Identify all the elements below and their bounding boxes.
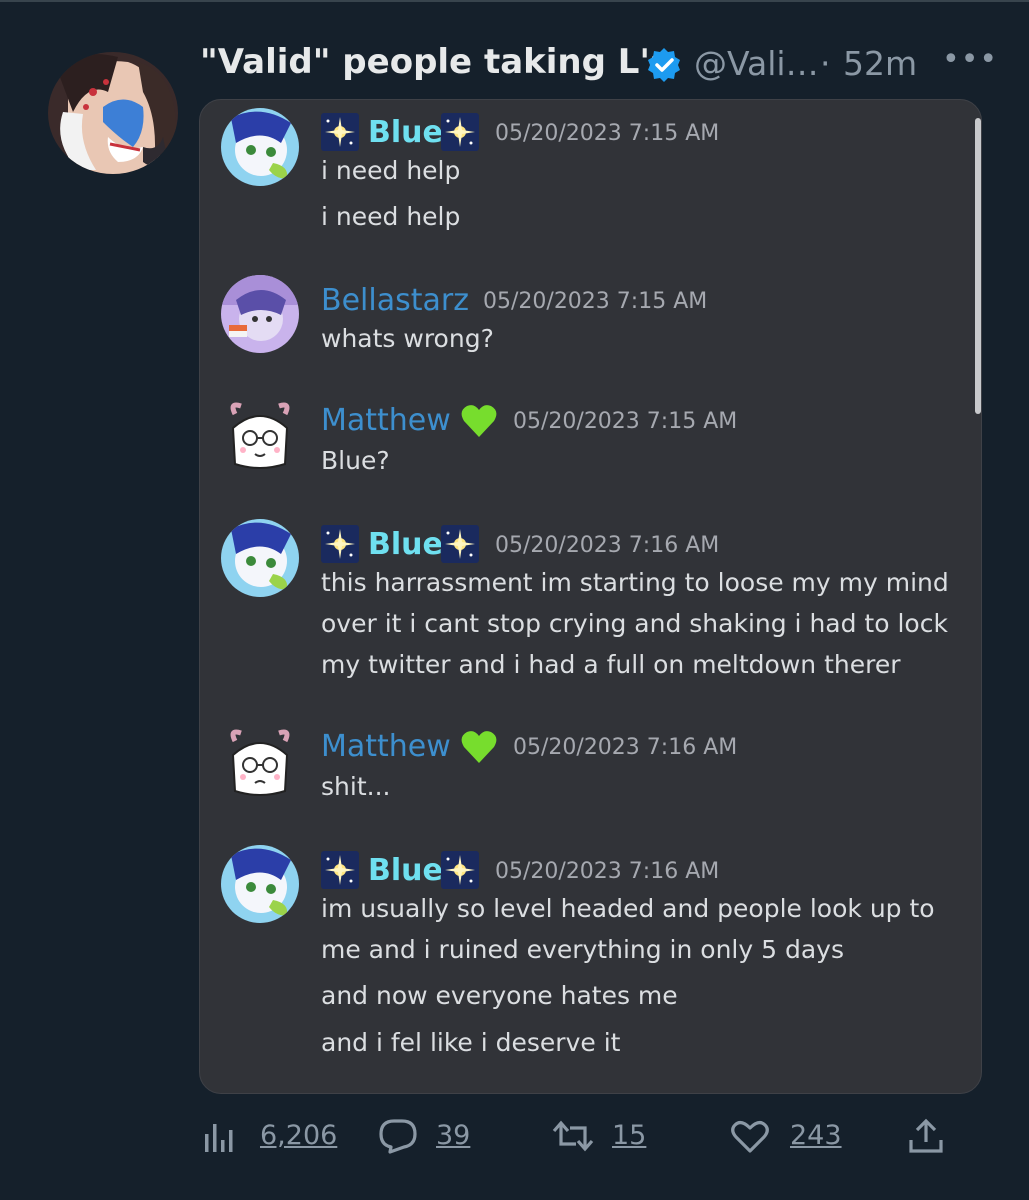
green-heart-emoji [460, 729, 498, 765]
message-text: and now everyone hates me [321, 981, 678, 1010]
speech-bubble-icon [378, 1118, 418, 1158]
share-button[interactable] [908, 1110, 948, 1160]
message-text: i need help [321, 156, 461, 185]
timestamp: 05/20/2023 7:16 AM [495, 859, 720, 884]
sparkle-emoji [321, 851, 359, 889]
sparkle-emoji [321, 525, 359, 563]
scrollbar [975, 118, 981, 414]
sparkle-emoji [441, 113, 479, 151]
message-header: Matthew 05/20/2023 7:15 AM [321, 403, 771, 439]
timestamp: 05/20/2023 7:15 AM [495, 121, 720, 146]
sparkle-emoji [441, 851, 479, 889]
username[interactable]: Blue [368, 527, 443, 562]
username[interactable]: Bellastarz [321, 283, 469, 318]
author-display-name[interactable]: "Valid" people taking L's [200, 42, 670, 82]
message-text: shit... [321, 772, 391, 801]
repost-arrows-icon [552, 1120, 594, 1156]
message-text: and i fel like i deserve it [321, 1028, 621, 1057]
reply-button[interactable]: 39 [378, 1110, 488, 1160]
message-header: Matthew 05/20/2023 7:16 AM [321, 729, 771, 765]
username[interactable]: Matthew [321, 729, 451, 764]
message-text: Blue? [321, 446, 390, 475]
author-handle[interactable]: @Vali… [694, 44, 819, 83]
tweet-action-bar: 6,206 39 15 243 [200, 1110, 960, 1160]
message-text: i need help [321, 202, 461, 231]
tweet-media-image[interactable]: Blue 05/20/2023 7:15 AM i need help i ne… [199, 99, 982, 1094]
matthew-avatar [221, 398, 299, 476]
message-text: me and i ruined everything in only 5 day… [321, 935, 844, 964]
username[interactable]: Blue [368, 853, 443, 888]
separator-dot: · [820, 44, 831, 83]
timestamp: 05/20/2023 7:16 AM [513, 735, 738, 760]
message-text: im usually so level headed and people lo… [321, 894, 935, 923]
like-button[interactable]: 243 [730, 1110, 860, 1160]
timestamp: 05/20/2023 7:16 AM [495, 533, 720, 558]
blue-avatar [221, 108, 299, 186]
more-options-button[interactable]: ••• [942, 42, 998, 77]
top-divider [0, 0, 1029, 2]
replies-count: 39 [436, 1120, 471, 1151]
bar-chart-icon [204, 1122, 236, 1156]
message-header: Blue 05/20/2023 7:16 AM [321, 851, 741, 889]
tweet-time[interactable]: 52m [843, 44, 917, 83]
matthew-avatar [221, 725, 299, 803]
username[interactable]: Matthew [321, 403, 451, 438]
author-avatar[interactable] [48, 52, 178, 174]
bellastarz-avatar [221, 275, 299, 353]
views-count: 6,206 [260, 1120, 338, 1151]
share-upload-icon [908, 1118, 944, 1158]
message-text: whats wrong? [321, 324, 494, 353]
timestamp: 05/20/2023 7:15 AM [483, 289, 708, 314]
username[interactable]: Blue [368, 115, 443, 150]
likes-count: 243 [790, 1120, 842, 1151]
message-header: Blue 05/20/2023 7:16 AM [321, 525, 741, 563]
heart-outline-icon [730, 1120, 770, 1158]
reposts-count: 15 [612, 1120, 647, 1151]
blue-avatar [221, 519, 299, 597]
message-text: this harrassment im starting to loose my… [321, 568, 949, 597]
verified-badge-icon [646, 47, 682, 83]
message-text: my twitter and i had a full on meltdown … [321, 650, 901, 679]
timestamp: 05/20/2023 7:15 AM [513, 409, 738, 434]
repost-button[interactable]: 15 [552, 1110, 662, 1160]
message-text: over it i cant stop crying and shaking i… [321, 609, 948, 638]
message-header: Bellastarz 05/20/2023 7:15 AM [321, 283, 741, 319]
sparkle-emoji [441, 525, 479, 563]
message-header: Blue 05/20/2023 7:15 AM [321, 113, 741, 151]
tweet-header: "Valid" people taking L's @Vali… · 52m •… [200, 42, 1000, 92]
sparkle-emoji [321, 113, 359, 151]
blue-avatar [221, 845, 299, 923]
green-heart-emoji [460, 403, 498, 439]
views-button[interactable]: 6,206 [200, 1110, 350, 1160]
